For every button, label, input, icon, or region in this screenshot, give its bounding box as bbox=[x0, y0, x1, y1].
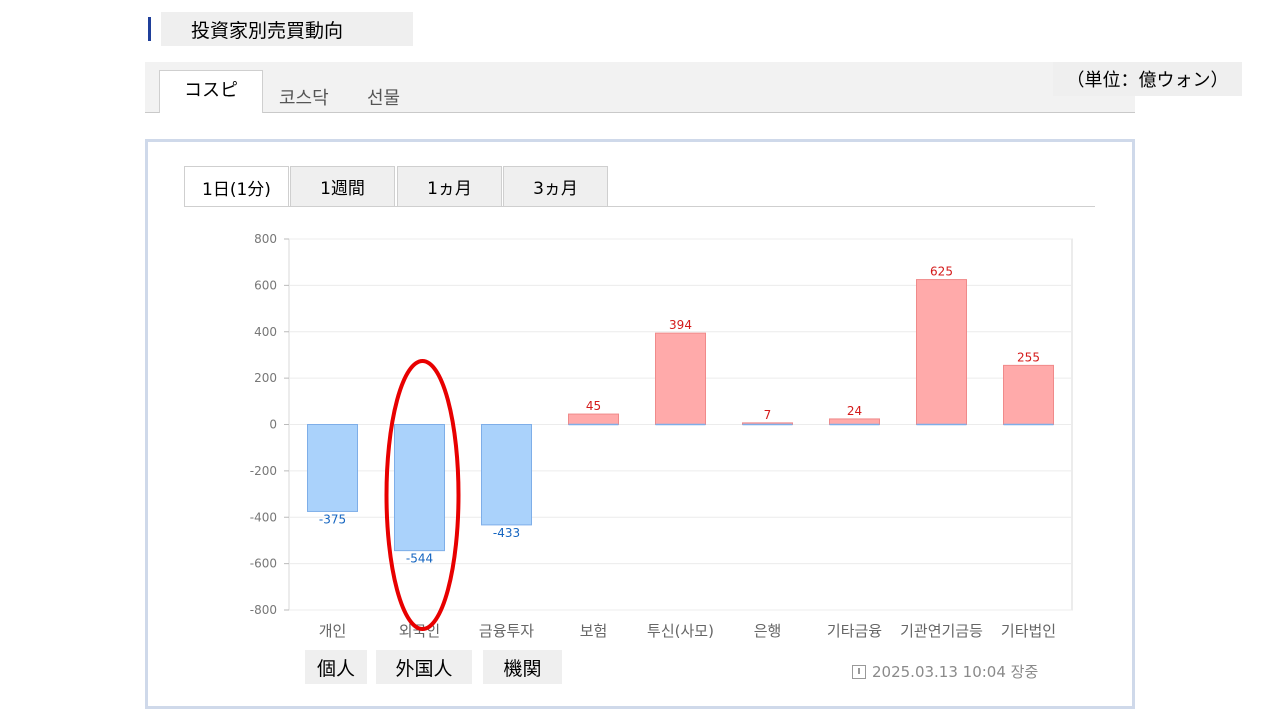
data-label: 625 bbox=[930, 265, 953, 279]
y-tick-label: 600 bbox=[254, 278, 277, 292]
x-tick-label: 금융투자 bbox=[479, 622, 534, 640]
investor-bar-chart: 8006004002000-200-400-600-800-375개인-544외… bbox=[250, 232, 1073, 640]
x-tick-label: 투신(사모) bbox=[647, 622, 714, 640]
bar-5 bbox=[655, 332, 706, 425]
x-tick-label: 기타금융 bbox=[827, 622, 882, 640]
x-tick-label: 기타법인 bbox=[1001, 622, 1056, 640]
y-tick-label: 200 bbox=[254, 371, 277, 385]
y-tick-label: 0 bbox=[269, 418, 277, 432]
data-label: -544 bbox=[406, 552, 433, 566]
bar-3 bbox=[481, 424, 532, 526]
bar-2 bbox=[394, 424, 445, 552]
x-tick-label: 은행 bbox=[754, 622, 782, 640]
data-label: 24 bbox=[847, 404, 862, 418]
group-label-institution: 機関 bbox=[483, 650, 562, 684]
data-label: 394 bbox=[669, 318, 692, 332]
timestamp-text: 2025.03.13 10:04 장중 bbox=[872, 663, 1039, 681]
bar-9 bbox=[1003, 364, 1054, 426]
x-tick-label: 기관연기금등 bbox=[900, 622, 983, 640]
bar-4 bbox=[568, 413, 619, 425]
y-tick-label: 400 bbox=[254, 325, 277, 339]
calendar-clock-icon bbox=[852, 664, 866, 679]
y-tick-label: -200 bbox=[250, 464, 277, 478]
bar-8 bbox=[916, 279, 967, 425]
y-tick-label: -400 bbox=[250, 510, 277, 524]
group-label-individual: 個人 bbox=[305, 650, 367, 684]
group-label-foreigner: 外国人 bbox=[376, 650, 472, 684]
data-label: 7 bbox=[764, 408, 772, 422]
bar-1 bbox=[307, 424, 358, 512]
bar-7 bbox=[829, 418, 880, 425]
data-label: 45 bbox=[586, 399, 601, 413]
y-tick-label: -600 bbox=[250, 557, 277, 571]
timestamp: 2025.03.13 10:04 장중 bbox=[852, 661, 1038, 682]
x-tick-label: 개인 bbox=[319, 622, 347, 640]
x-tick-label: 보험 bbox=[580, 622, 608, 640]
data-label: 255 bbox=[1017, 350, 1040, 364]
data-label: -375 bbox=[319, 512, 346, 526]
y-tick-label: -800 bbox=[250, 603, 277, 617]
data-label: -433 bbox=[493, 526, 520, 540]
y-tick-label: 800 bbox=[254, 232, 277, 246]
